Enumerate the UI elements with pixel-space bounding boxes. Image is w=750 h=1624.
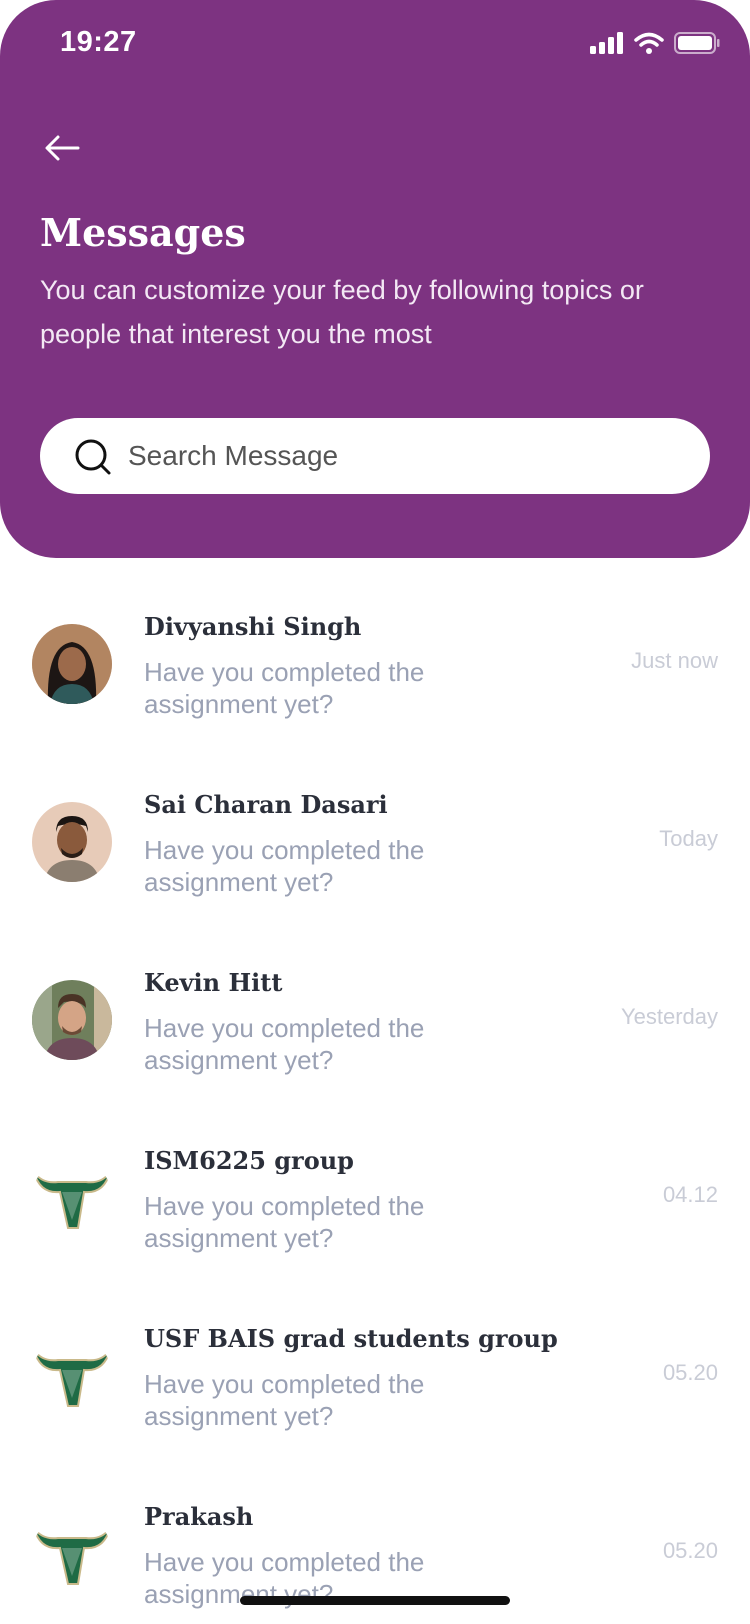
conversation-name: Divyanshi Singh <box>144 612 362 641</box>
conversation-preview: Have you completed the assignment yet? <box>144 1013 425 1075</box>
usf-bull-logo-icon <box>33 1527 111 1585</box>
page-subtitle: You can customize your feed by following… <box>40 275 644 349</box>
person-photo-icon <box>32 980 112 1060</box>
conversation-item[interactable]: USF BAIS grad students group Have you co… <box>0 1312 750 1490</box>
avatar <box>32 1514 112 1594</box>
usf-bull-logo-icon <box>33 1171 111 1229</box>
home-indicator[interactable] <box>240 1596 510 1605</box>
header: 19:27 Messages You can customize your fe… <box>0 0 750 558</box>
avatar <box>32 1158 112 1238</box>
conversation-preview: Have you completed the assignment yet? <box>144 657 425 719</box>
conversation-list: Divyanshi Singh Have you completed the a… <box>0 600 750 1624</box>
conversation-time: Yesterday <box>620 1004 718 1029</box>
person-photo-icon <box>32 624 112 704</box>
search-input[interactable] <box>128 430 668 482</box>
conversation-item[interactable]: Sai Charan Dasari Have you completed the… <box>0 778 750 956</box>
arrow-left-icon[interactable] <box>42 128 82 168</box>
conversation-name: Prakash <box>144 1502 254 1531</box>
conversation-preview: Have you completed the assignment yet? <box>144 1191 425 1253</box>
conversation-time: 05.20 <box>662 1360 718 1385</box>
conversation-preview: Have you completed the assignment yet? <box>144 1369 425 1431</box>
conversation-time: Just now <box>631 648 718 673</box>
usf-bull-logo-icon <box>33 1349 111 1407</box>
messages-screen: 19:27 Messages You can customize your fe… <box>0 0 750 1624</box>
conversation-item[interactable]: Kevin Hitt Have you completed the assign… <box>0 956 750 1134</box>
conversation-preview: Have you completed the assignment yet? <box>144 835 425 897</box>
signal-icon <box>590 32 623 54</box>
avatar <box>32 980 112 1060</box>
conversation-name: Sai Charan Dasari <box>144 790 388 819</box>
status-icons <box>590 32 720 54</box>
wifi-icon <box>634 32 664 54</box>
conversation-name: Kevin Hitt <box>144 968 283 997</box>
status-time: 19:27 <box>60 26 137 58</box>
conversation-time: 04.12 <box>662 1182 718 1207</box>
avatar <box>32 624 112 704</box>
battery-icon <box>674 32 720 54</box>
person-photo-icon <box>32 802 112 882</box>
conversation-time: 05.20 <box>662 1538 718 1563</box>
conversation-item[interactable]: Divyanshi Singh Have you completed the a… <box>0 600 750 778</box>
page-title: Messages <box>40 210 246 255</box>
search-bar[interactable] <box>40 418 710 494</box>
search-icon <box>75 439 111 475</box>
avatar <box>32 802 112 882</box>
avatar <box>32 1336 112 1416</box>
conversation-name: USF BAIS grad students group <box>144 1324 558 1353</box>
conversation-name: ISM6225 group <box>144 1146 354 1175</box>
conversation-item[interactable]: ISM6225 group Have you completed the ass… <box>0 1134 750 1312</box>
conversation-time: Today <box>659 826 718 851</box>
